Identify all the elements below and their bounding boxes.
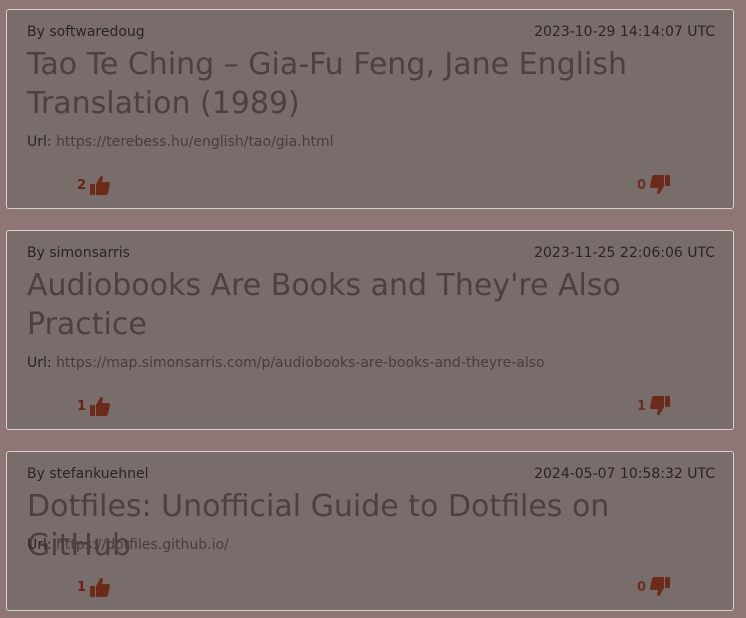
post-date: 2024-05-07 10:58:32 UTC [534, 466, 715, 482]
thumbs-up-icon [90, 578, 111, 597]
post-title[interactable]: Dotfiles: Unofficial Guide to Dotfiles o… [27, 488, 707, 565]
downvote-button[interactable]: 1 [637, 395, 671, 417]
upvote-count: 1 [77, 579, 87, 595]
downvote-button[interactable]: 0 [637, 174, 671, 196]
post-title[interactable]: Audiobooks Are Books and They're Also Pr… [27, 267, 707, 344]
post-url-link[interactable]: https://map.simonsarris.com/p/audiobooks… [56, 355, 545, 371]
thumbs-down-icon [650, 175, 671, 194]
thumbs-down-icon [650, 396, 671, 415]
post-url-row: Url: https://dotfiles.github.io/ [27, 537, 229, 553]
upvote-button[interactable]: 2 [77, 174, 111, 196]
post-date: 2023-10-29 14:14:07 UTC [534, 24, 715, 40]
post-author: By softwaredoug [27, 24, 145, 40]
thumbs-up-icon [90, 397, 111, 416]
post-url-row: Url: https://terebess.hu/english/tao/gia… [27, 134, 334, 150]
upvote-count: 1 [77, 398, 87, 414]
url-label: Url: [27, 355, 52, 371]
post-url-link[interactable]: https://dotfiles.github.io/ [56, 537, 229, 553]
downvote-count: 0 [637, 177, 647, 193]
post-date: 2023-11-25 22:06:06 UTC [534, 245, 715, 261]
upvote-button[interactable]: 1 [77, 576, 111, 598]
upvote-button[interactable]: 1 [77, 395, 111, 417]
url-label: Url: [27, 134, 52, 150]
thumbs-up-icon [90, 176, 111, 195]
post-author: By simonsarris [27, 245, 130, 261]
post-title[interactable]: Tao Te Ching – Gia-Fu Feng, Jane English… [27, 46, 707, 123]
post-url-link[interactable]: https://terebess.hu/english/tao/gia.html [56, 134, 333, 150]
post-author: By stefankuehnel [27, 466, 149, 482]
post-card: By simonsarris 2023-11-25 22:06:06 UTC A… [6, 230, 734, 430]
post-url-row: Url: https://map.simonsarris.com/p/audio… [27, 355, 545, 371]
downvote-count: 1 [637, 398, 647, 414]
url-label: Url: [27, 537, 52, 553]
downvote-button[interactable]: 0 [637, 576, 671, 598]
post-card: By stefankuehnel 2024-05-07 10:58:32 UTC… [6, 451, 734, 611]
post-card: By softwaredoug 2023-10-29 14:14:07 UTC … [6, 9, 734, 209]
upvote-count: 2 [77, 177, 87, 193]
downvote-count: 0 [637, 579, 647, 595]
thumbs-down-icon [650, 577, 671, 596]
